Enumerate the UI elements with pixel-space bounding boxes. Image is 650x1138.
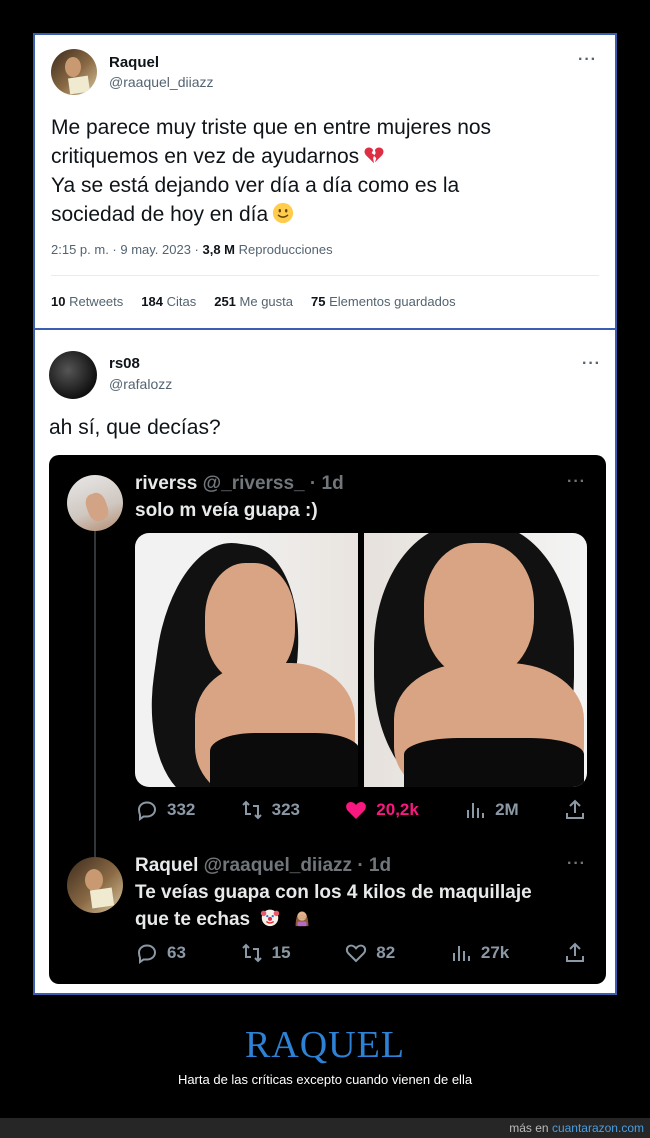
share-icon xyxy=(565,942,584,962)
meme-subtitle: Harta de las críticas excepto cuando vie… xyxy=(177,1072,473,1087)
retweet-icon xyxy=(241,943,262,963)
author-handle[interactable]: @_riverss_ · 1d xyxy=(197,473,344,494)
stat-retweets[interactable]: 10 Retweets xyxy=(51,294,123,309)
clown-face-icon xyxy=(261,909,280,927)
tweet-line: Ya se está dejando ver día a día como es… xyxy=(51,174,460,197)
tweet-stats: 10 Retweets 184 Citas 251 Me gusta 75 El… xyxy=(51,294,456,309)
post-text: Te veías guapa con los 4 kilos de maquil… xyxy=(135,882,532,930)
more-options-icon[interactable]: ··· xyxy=(567,473,586,491)
original-tweet: Raquel @raaquel_diiazz ··· Me parece muy… xyxy=(35,35,615,328)
avatar[interactable] xyxy=(49,351,97,399)
credit-prefix: más en xyxy=(509,1121,552,1135)
stat-likes[interactable]: 251 Me gusta xyxy=(214,294,293,309)
reply-icon xyxy=(137,944,157,964)
thread-line xyxy=(94,530,96,860)
post-actions: 63 15 82 27k xyxy=(135,941,587,965)
reply-action[interactable]: 63 xyxy=(135,941,186,965)
author-handle[interactable]: @raaquel_diiazz · 1d xyxy=(198,855,391,876)
like-action[interactable]: 82 xyxy=(344,941,395,965)
views-action[interactable]: 2M xyxy=(463,798,519,822)
meme-title: RAQUEL xyxy=(244,1024,406,1066)
retweet-action[interactable]: 323 xyxy=(240,798,300,822)
broken-heart-icon xyxy=(364,147,384,164)
author-name[interactable]: rs08 xyxy=(109,355,140,372)
post-header: riverss @_riverss_ · 1d xyxy=(135,473,344,495)
avatar[interactable] xyxy=(51,49,97,95)
tweet-meta: 2:15 p. m. · 9 may. 2023 · 3,8 M Reprodu… xyxy=(51,242,333,257)
tweet-line: critiquemos en vez de ayudarnos xyxy=(51,145,360,168)
post-actions: 332 323 20,2k 2M xyxy=(135,798,587,822)
tweet-text: ah sí, que decías? xyxy=(49,416,221,439)
heart-icon xyxy=(346,944,367,963)
retweet-icon xyxy=(241,800,262,820)
heart-filled-icon xyxy=(346,802,367,819)
embedded-screenshot: riverss @_riverss_ · 1d ··· solo m veía … xyxy=(49,455,606,984)
share-action[interactable] xyxy=(563,798,587,822)
stat-bookmarks[interactable]: 75 Elementos guardados xyxy=(311,294,456,309)
reply-action[interactable]: 332 xyxy=(135,798,195,822)
tweet-text: Me parece muy triste que en entre mujere… xyxy=(51,113,599,229)
photo[interactable] xyxy=(364,533,587,787)
author-handle[interactable]: @raaquel_diiazz xyxy=(109,74,214,90)
views-count: 3,8 M xyxy=(202,242,236,257)
retweet-action[interactable]: 15 xyxy=(240,941,291,965)
photo[interactable] xyxy=(135,533,358,787)
reply-icon xyxy=(137,801,157,821)
author-name[interactable]: riverss xyxy=(135,473,197,494)
more-options-icon[interactable]: ··· xyxy=(567,855,586,873)
site-credit: más en cuantarazon.com xyxy=(509,1121,644,1135)
section-separator xyxy=(35,328,615,330)
photo-grid xyxy=(135,533,587,787)
bottom-bar: más en cuantarazon.com xyxy=(0,1118,650,1138)
screenshot-frame: Raquel @raaquel_diiazz ··· Me parece muy… xyxy=(33,33,617,995)
share-action[interactable] xyxy=(563,941,587,965)
views-label: Reproducciones xyxy=(235,242,333,257)
author-name[interactable]: Raquel xyxy=(109,54,159,71)
avatar[interactable] xyxy=(67,475,123,531)
views-icon xyxy=(452,946,470,961)
stat-quotes[interactable]: 184 Citas xyxy=(141,294,196,309)
post-header: Raquel @raaquel_diiazz · 1d xyxy=(135,855,391,877)
site-link[interactable]: cuantarazon.com xyxy=(552,1121,644,1135)
woman-facepalming-icon xyxy=(295,911,309,927)
more-options-icon[interactable]: ··· xyxy=(578,51,597,69)
share-icon xyxy=(565,799,584,819)
views-icon xyxy=(467,803,485,818)
avatar[interactable] xyxy=(67,857,123,913)
tweet-line: Me parece muy triste que en entre mujere… xyxy=(51,116,492,139)
post-text: solo m veía guapa :) xyxy=(135,500,318,521)
like-action[interactable]: 20,2k xyxy=(344,798,419,822)
timestamp[interactable]: 2:15 p. m. · 9 may. 2023 · xyxy=(51,242,203,257)
slight-smile-icon xyxy=(273,202,294,224)
tweet-line: sociedad de hoy en día xyxy=(51,203,269,226)
divider xyxy=(51,275,599,276)
views-action[interactable]: 27k xyxy=(449,941,509,965)
author-handle[interactable]: @rafalozz xyxy=(109,376,172,392)
author-name[interactable]: Raquel xyxy=(135,855,198,876)
more-options-icon[interactable]: ··· xyxy=(582,355,601,373)
